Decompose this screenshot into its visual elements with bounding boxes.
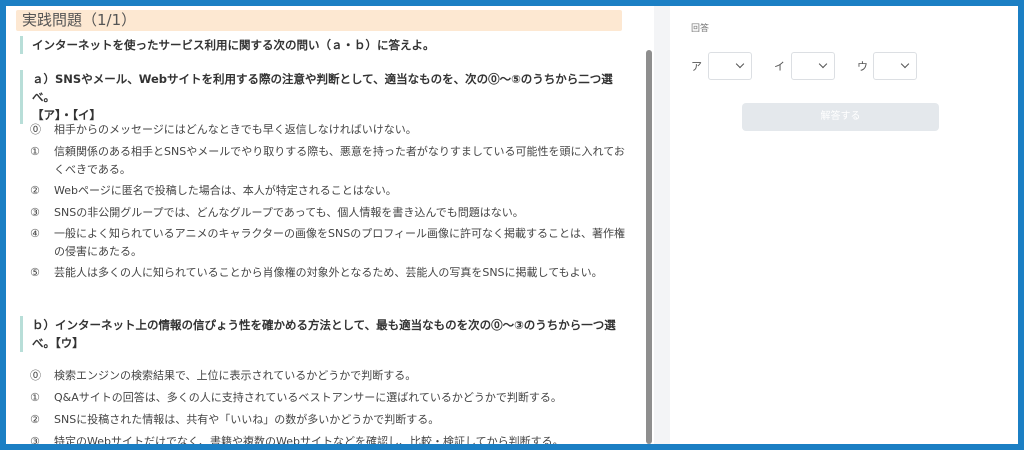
option-text: 相手からのメッセージにはどんなときでも早く返信しなければいけない。 — [54, 123, 417, 136]
select-label-a: ア — [691, 60, 702, 73]
app-frame: 実践問題（1/1） インターネットを使ったサービス利用に関する次の問い（ａ・ｂ）… — [6, 6, 1018, 444]
option-number: ③ — [30, 435, 40, 444]
option-text: 芸能人は多くの人に知られていることから肖像権の対象外となるため、芸能人の写真をS… — [54, 266, 603, 279]
option-b-0: ⓪ 検索エンジンの検索結果で、上位に表示されているかどうかで判断する。 — [30, 367, 626, 385]
answer-select-i[interactable] — [791, 52, 835, 80]
option-number: ③ — [30, 206, 40, 219]
chevron-down-icon — [818, 59, 828, 69]
option-number: ① — [30, 145, 40, 158]
option-number: ① — [30, 391, 40, 404]
chevron-down-icon — [900, 59, 910, 69]
option-number: ⓪ — [30, 123, 41, 136]
select-label-i: イ — [774, 60, 785, 73]
question-pane: 実践問題（1/1） インターネットを使ったサービス利用に関する次の問い（ａ・ｂ）… — [6, 6, 652, 444]
option-b-3: ③ 特定のWebサイトだけでなく、書籍や複数のWebサイトなどを確認し、比較・検… — [30, 433, 626, 444]
question-intro: インターネットを使ったサービス利用に関する次の問い（ａ・ｂ）に答えよ。 — [20, 36, 620, 54]
option-text: Webページに匿名で投稿した場合は、本人が特定されることはない。 — [54, 184, 397, 197]
pane-divider — [654, 6, 670, 444]
option-a-1: ① 信頼関係のある相手とSNSやメールでやり取りする際も、悪意を持った者がなりす… — [30, 143, 626, 179]
submit-answer-button[interactable]: 解答する — [742, 103, 939, 131]
question-a-line1: ａ）SNSやメール、Webサイトを利用する際の注意や判断として、適当なものを、次… — [32, 72, 613, 104]
option-number: ② — [30, 413, 40, 426]
option-a-5: ⑤ 芸能人は多くの人に知られていることから肖像権の対象外となるため、芸能人の写真… — [30, 264, 626, 282]
option-a-3: ③ SNSの非公開グループでは、どんなグループであっても、個人情報を書き込んでも… — [30, 204, 626, 222]
question-a-heading: ａ）SNSやメール、Webサイトを利用する際の注意や判断として、適当なものを、次… — [20, 70, 620, 124]
answer-select-u[interactable] — [873, 52, 917, 80]
option-a-4: ④ 一般によく知られているアニメのキャラクターの画像をSNSのプロフィール画像に… — [30, 225, 626, 261]
option-text: 一般によく知られているアニメのキャラクターの画像をSNSのプロフィール画像に許可… — [54, 227, 625, 258]
option-number: ⓪ — [30, 369, 41, 382]
select-label-u: ウ — [857, 60, 868, 73]
option-b-1: ① Q&Aサイトの回答は、多くの人に支持されているベストアンサーに選ばれているか… — [30, 389, 626, 407]
scrollbar-thumb[interactable] — [646, 50, 652, 444]
option-b-2: ② SNSに投稿された情報は、共有や「いいね」の数が多いかどうかで判断する。 — [30, 411, 626, 429]
answer-label: 回答 — [691, 24, 710, 34]
option-text: 信頼関係のある相手とSNSやメールでやり取りする際も、悪意を持った者がなりすまし… — [54, 145, 625, 176]
answer-select-a[interactable] — [708, 52, 752, 80]
chevron-down-icon — [735, 59, 745, 69]
option-text: 検索エンジンの検索結果で、上位に表示されているかどうかで判断する。 — [54, 369, 417, 382]
question-b-line1: ｂ）インターネット上の情報の信ぴょう性を確かめる方法として、最も適当なものを次の… — [32, 318, 616, 350]
option-number: ④ — [30, 227, 40, 240]
option-text: SNSの非公開グループでは、どんなグループであっても、個人情報を書き込んでも問題… — [54, 206, 524, 219]
option-text: SNSに投稿された情報は、共有や「いいね」の数が多いかどうかで判断する。 — [54, 413, 440, 426]
option-text: Q&Aサイトの回答は、多くの人に支持されているベストアンサーに選ばれているかどう… — [54, 391, 562, 404]
page-title: 実践問題（1/1） — [22, 11, 137, 29]
question-intro-text: インターネットを使ったサービス利用に関する次の問い（ａ・ｂ）に答えよ。 — [32, 38, 435, 52]
option-number: ② — [30, 184, 40, 197]
option-text: 特定のWebサイトだけでなく、書籍や複数のWebサイトなどを確認し、比較・検証し… — [54, 435, 564, 444]
option-a-2: ② Webページに匿名で投稿した場合は、本人が特定されることはない。 — [30, 182, 626, 200]
option-a-0: ⓪ 相手からのメッセージにはどんなときでも早く返信しなければいけない。 — [30, 121, 626, 139]
question-b-heading: ｂ）インターネット上の情報の信ぴょう性を確かめる方法として、最も適当なものを次の… — [20, 316, 620, 352]
page-title-bar: 実践問題（1/1） — [16, 10, 622, 31]
answer-pane: 回答 ア イ ウ 解答する — [670, 6, 1018, 444]
option-number: ⑤ — [30, 266, 40, 279]
